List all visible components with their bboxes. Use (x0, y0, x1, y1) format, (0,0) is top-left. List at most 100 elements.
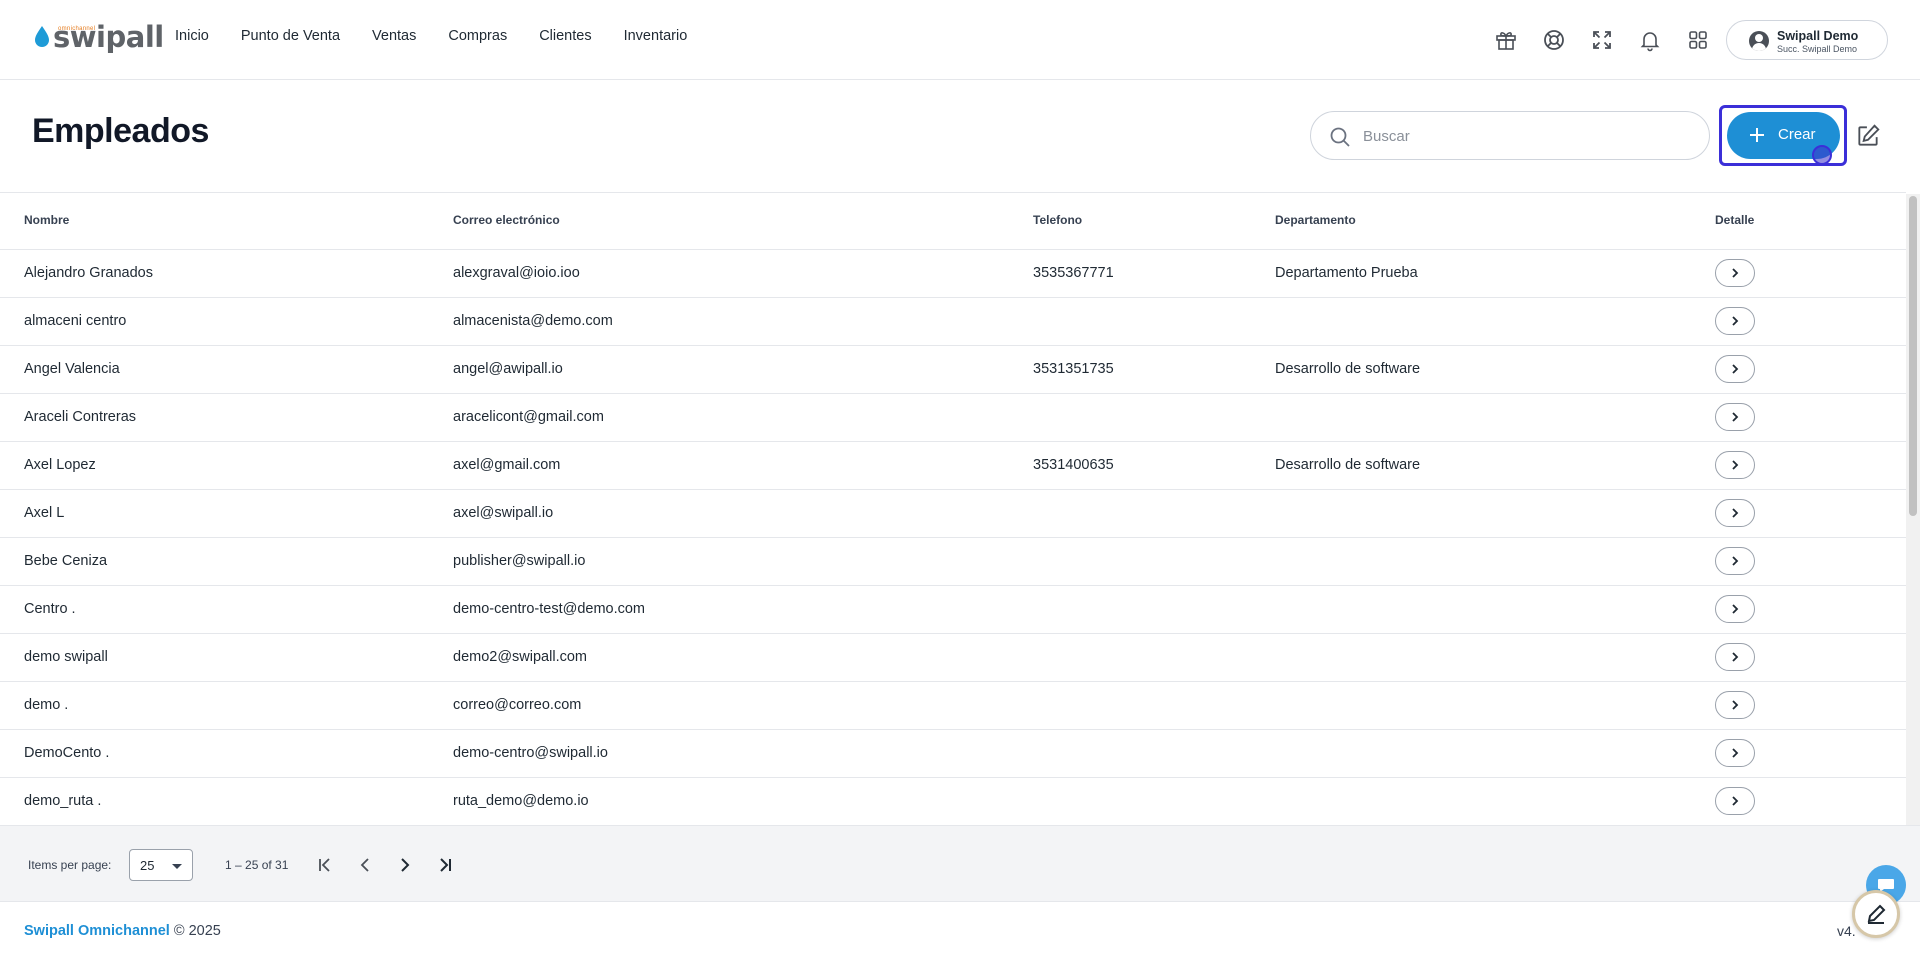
chevron-right-icon (1732, 652, 1739, 662)
header-actions (1490, 24, 1720, 56)
detail-button[interactable] (1715, 787, 1755, 815)
previous-page-button[interactable] (350, 850, 380, 880)
cell-correo: demo-centro-test@demo.com (453, 601, 646, 617)
nav-item-inicio[interactable]: Inicio (175, 28, 209, 44)
chevron-right-icon (1732, 508, 1739, 518)
chevron-right-icon (1732, 700, 1739, 710)
nav-item-punto-de-venta[interactable]: Punto de Venta (241, 28, 340, 44)
detail-button[interactable] (1715, 739, 1755, 767)
page-size-select[interactable]: 25 (129, 849, 193, 881)
table-row: Alejandro Granados alexgraval@ioio.ioo 353… (0, 250, 1906, 298)
chevron-right-icon (1732, 460, 1739, 470)
chevron-right-icon (1732, 748, 1739, 758)
chevron-right-icon (1732, 796, 1739, 806)
detail-button[interactable] (1715, 403, 1755, 431)
detail-button[interactable] (1715, 451, 1755, 479)
bell-icon[interactable] (1634, 24, 1666, 56)
logo-subtext: omnichannel (58, 26, 96, 32)
last-page-button[interactable] (430, 850, 460, 880)
page-range-label: 1 – 25 of 31 (225, 858, 289, 872)
cell-correo: demo-centro@swipall.io (453, 745, 608, 761)
cell-nombre: demo swipall (24, 649, 108, 665)
cell-departamento: Desarrollo de software (1275, 361, 1421, 377)
detail-button[interactable] (1715, 355, 1755, 383)
cell-nombre: Angel Valencia (24, 361, 120, 377)
items-per-page-label: Items per page: (28, 858, 112, 872)
footer-brand-link[interactable]: Swipall Omnichannel (24, 923, 170, 939)
detail-button[interactable] (1715, 691, 1755, 719)
detail-button[interactable] (1715, 547, 1755, 575)
cell-correo: demo2@swipall.com (453, 649, 587, 665)
table-row: demo . correo@correo.com (0, 682, 1906, 730)
top-navbar: swipall omnichannel Inicio Punto de Vent… (0, 0, 1920, 80)
apps-grid-icon[interactable] (1682, 24, 1714, 56)
scrollbar-thumb[interactable] (1909, 196, 1917, 516)
page-size-value: 25 (140, 858, 155, 873)
cell-correo: axel@gmail.com (453, 457, 561, 473)
user-menu[interactable]: Swipall Demo Succ. Swipall Demo (1726, 20, 1888, 60)
column-header-nombre[interactable]: Nombre (24, 213, 69, 227)
search-input[interactable] (1363, 124, 1683, 148)
cell-nombre: Axel Lopez (24, 457, 96, 473)
chevron-left-icon (360, 858, 369, 872)
next-page-button[interactable] (390, 850, 420, 880)
cell-correo: axel@swipall.io (453, 505, 554, 521)
table-row: Bebe Ceniza publisher@swipall.io (0, 538, 1906, 586)
search-box (1310, 111, 1710, 160)
column-header-telefono[interactable]: Telefono (1033, 213, 1082, 227)
cell-correo: ruta_demo@demo.io (453, 793, 589, 809)
fullscreen-icon[interactable] (1586, 24, 1618, 56)
detail-button[interactable] (1715, 307, 1755, 335)
table-row: almaceni centro almacenista@demo.com (0, 298, 1906, 346)
table-scrollbar[interactable] (1906, 194, 1920, 825)
chevron-right-icon (1732, 604, 1739, 614)
chevron-right-icon (401, 858, 410, 872)
main-nav: Inicio Punto de Venta Ventas Compras Cli… (175, 28, 719, 44)
water-drop-icon (35, 26, 49, 47)
chevron-right-icon (1732, 316, 1739, 326)
chevron-right-icon (1732, 268, 1739, 278)
nav-item-compras[interactable]: Compras (448, 28, 507, 44)
cell-telefono: 3531351735 (1033, 361, 1114, 377)
employees-table: Nombre Correo electrónico Telefono Depar… (0, 192, 1906, 825)
cell-nombre: DemoCento . (24, 745, 110, 761)
nav-item-clientes[interactable]: Clientes (539, 28, 591, 44)
column-header-correo[interactable]: Correo electrónico (453, 213, 560, 227)
detail-button[interactable] (1715, 595, 1755, 623)
cell-telefono: 3531400635 (1033, 457, 1114, 473)
detail-button[interactable] (1715, 643, 1755, 671)
cell-correo: correo@correo.com (453, 697, 582, 713)
detail-button[interactable] (1715, 259, 1755, 287)
table-row: Axel Lopez axel@gmail.com 3531400635 Desarr… (0, 442, 1906, 490)
pen-icon (1867, 904, 1886, 924)
edit-icon[interactable] (1855, 123, 1881, 149)
table-row: demo_ruta . ruta_demo@demo.io (0, 778, 1906, 825)
gift-icon[interactable] (1490, 24, 1522, 56)
user-branch: Succ. Swipall Demo (1777, 44, 1858, 54)
table-row: Araceli Contreras aracelicont@gmail.com (0, 394, 1906, 442)
cell-nombre: demo . (24, 697, 69, 713)
nav-item-ventas[interactable]: Ventas (372, 28, 416, 44)
cell-departamento: Departamento Prueba (1275, 265, 1418, 281)
app-version: v4. (1837, 923, 1856, 939)
swipall-logo[interactable]: swipall (33, 20, 164, 54)
cell-correo: almacenista@demo.com (453, 313, 613, 329)
plus-icon (1750, 128, 1764, 142)
last-page-icon (440, 858, 451, 872)
column-header-detalle: Detalle (1715, 213, 1755, 227)
cell-nombre: Araceli Contreras (24, 409, 137, 425)
column-header-departamento[interactable]: Departamento (1275, 213, 1356, 227)
support-icon[interactable] (1538, 24, 1570, 56)
user-name: Swipall Demo (1777, 29, 1859, 43)
quick-action-button[interactable] (1852, 890, 1900, 938)
cell-correo: alexgraval@ioio.ioo (453, 265, 580, 281)
cell-correo: aracelicont@gmail.com (453, 409, 604, 425)
first-page-button[interactable] (310, 850, 340, 880)
cell-correo: angel@awipall.io (453, 361, 563, 377)
table-row: DemoCento . demo-centro@swipall.io (0, 730, 1906, 778)
chevron-right-icon (1732, 556, 1739, 566)
footer-copyright: Swipall Omnichannel © 2025 (24, 923, 221, 939)
nav-item-inventario[interactable]: Inventario (624, 28, 688, 44)
detail-button[interactable] (1715, 499, 1755, 527)
footer-year: © 2025 (173, 923, 221, 939)
